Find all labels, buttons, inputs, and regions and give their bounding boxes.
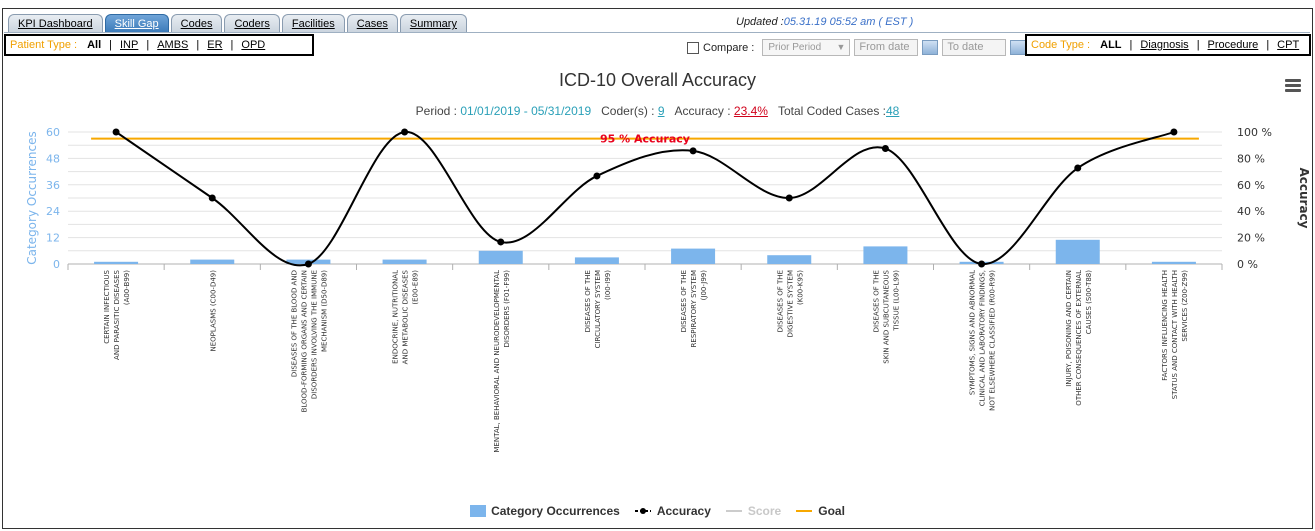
- legend-category-occurrences[interactable]: Category Occurrences: [470, 504, 620, 518]
- legend-score[interactable]: Score: [725, 504, 781, 518]
- occurrence-bar: [1151, 261, 1196, 264]
- accuracy-point: [497, 238, 505, 246]
- y-right-axis-title: Accuracy: [1297, 167, 1311, 228]
- y-left-tick-label: 60: [46, 126, 60, 139]
- y-left-tick-label: 0: [53, 258, 60, 271]
- x-category-label: DISEASES OF THE: [776, 270, 784, 332]
- x-category-label: DISORDERS INVOLVING THE IMMUNE: [310, 270, 318, 399]
- x-category-label: DISEASES OF THE: [872, 270, 880, 332]
- accuracy-point: [112, 128, 120, 136]
- legend-label: Category Occurrences: [491, 504, 620, 518]
- y-left-tick-label: 36: [46, 179, 60, 192]
- x-category-label: CIRCULATORY SYSTEM: [594, 270, 602, 348]
- x-category-label: SYMPTOMS, SIGNS AND ABNORMAL: [969, 270, 977, 395]
- chart-legend: Category Occurrences Accuracy Score Goal: [0, 504, 1315, 518]
- y-right-tick-label: 80 %: [1237, 152, 1265, 165]
- y-left-tick-label: 24: [46, 205, 60, 218]
- legend-label: Accuracy: [656, 504, 711, 518]
- x-category-label: BLOOD-FORMING ORGANS AND CERTAIN: [300, 270, 308, 412]
- x-category-label: (K00-K95): [796, 270, 804, 305]
- y-left-axis-title: Category Occurrences: [25, 131, 39, 265]
- occurrence-bar: [382, 259, 427, 264]
- legend-label: Goal: [818, 504, 845, 518]
- x-category-label: ENDOCRINE, NUTRITIONAL: [392, 270, 400, 364]
- accuracy-point: [401, 128, 409, 136]
- occurrence-bar: [1055, 239, 1100, 264]
- accuracy-point: [785, 194, 793, 202]
- x-category-label: NOT ELSEWHERE CLASSIFIED (R00-R99): [989, 270, 997, 411]
- accuracy-point: [881, 145, 889, 152]
- accuracy-point: [978, 260, 986, 268]
- y-right-tick-label: 100 %: [1237, 126, 1272, 139]
- occurrence-bar: [190, 259, 235, 264]
- line-marker-icon: [634, 508, 651, 514]
- occurrence-bar: [863, 246, 908, 264]
- accuracy-point: [593, 172, 601, 180]
- x-category-label: (J00-J99): [700, 270, 708, 301]
- line-swatch-icon: [796, 510, 813, 512]
- accuracy-point: [1074, 164, 1082, 172]
- x-category-label: DISEASES OF THE: [584, 270, 592, 332]
- bar-swatch-icon: [470, 505, 487, 517]
- x-category-label: MECHANISM (D50-D89): [320, 270, 328, 352]
- legend-goal[interactable]: Goal: [795, 504, 845, 518]
- occurrence-bar: [478, 250, 523, 264]
- x-category-label: SKIN AND SUBCUTANEOUS: [882, 269, 890, 363]
- line-swatch-icon: [725, 510, 742, 512]
- x-category-label: AND METABOLIC DISEASES: [402, 269, 410, 364]
- x-category-label: CAUSES (S00-T88): [1085, 270, 1093, 334]
- accuracy-point: [1170, 128, 1178, 136]
- y-left-tick-label: 48: [46, 152, 60, 165]
- x-category-label: DIGESTIVE SYSTEM: [786, 270, 794, 337]
- goal-label: 95 % Accuracy: [600, 133, 690, 146]
- x-category-label: AND PARASITIC DISEASES: [113, 269, 121, 360]
- accuracy-point: [208, 194, 216, 202]
- x-category-label: NEOPLASMS (C00-D49): [209, 270, 217, 352]
- x-category-label: DISORDERS (F01-F99): [503, 270, 511, 348]
- x-category-label: FACTORS INFLUENCING HEALTH: [1161, 270, 1169, 381]
- x-category-label: TISSUE (L00-L99): [892, 270, 900, 332]
- y-right-tick-label: 60 %: [1237, 179, 1265, 192]
- x-category-label: SERVICES (Z00-Z99): [1181, 270, 1189, 342]
- x-category-label: (I00-I99): [604, 270, 612, 300]
- x-category-label: DISEASES OF THE BLOOD AND: [290, 270, 298, 377]
- occurrence-bar: [671, 248, 716, 264]
- x-category-label: RESPIRATORY SYSTEM: [690, 270, 698, 347]
- legend-accuracy[interactable]: Accuracy: [634, 504, 711, 518]
- occurrence-bar: [574, 257, 619, 264]
- accuracy-point: [689, 147, 697, 155]
- x-category-label: STATUS AND CONTACT WITH HEALTH: [1171, 270, 1179, 399]
- x-category-label: CLINICAL AND LABORATORY FINDINGS,: [979, 270, 987, 406]
- x-category-label: (E00-E89): [412, 270, 420, 305]
- accuracy-point: [304, 260, 312, 268]
- x-category-label: INJURY, POISONING AND CERTAIN: [1065, 270, 1073, 387]
- y-left-tick-label: 12: [46, 232, 60, 245]
- y-right-tick-label: 20 %: [1237, 232, 1265, 245]
- x-category-label: CERTAIN INFECTIOUS: [103, 269, 111, 343]
- x-category-label: (A00-B99): [123, 270, 131, 305]
- x-category-label: OTHER CONSEQUENCES OF EXTERNAL: [1075, 270, 1083, 406]
- chart-svg: 0 12 24 36 48 60 0 % 20 % 40 % 60 % 80 % 100 % Categ…: [25, 126, 1311, 453]
- occurrence-bar: [767, 255, 812, 264]
- accuracy-line: [115, 130, 1175, 267]
- y-right-tick-label: 40 %: [1237, 205, 1265, 218]
- y-right-tick-label: 0 %: [1237, 258, 1258, 271]
- legend-label: Score: [747, 504, 782, 518]
- x-category-label: DISEASES OF THE: [680, 270, 688, 332]
- occurrence-bar: [94, 261, 139, 264]
- x-category-label: MENTAL, BEHAVIORAL AND NEURODEVELOPMENTA…: [493, 270, 501, 453]
